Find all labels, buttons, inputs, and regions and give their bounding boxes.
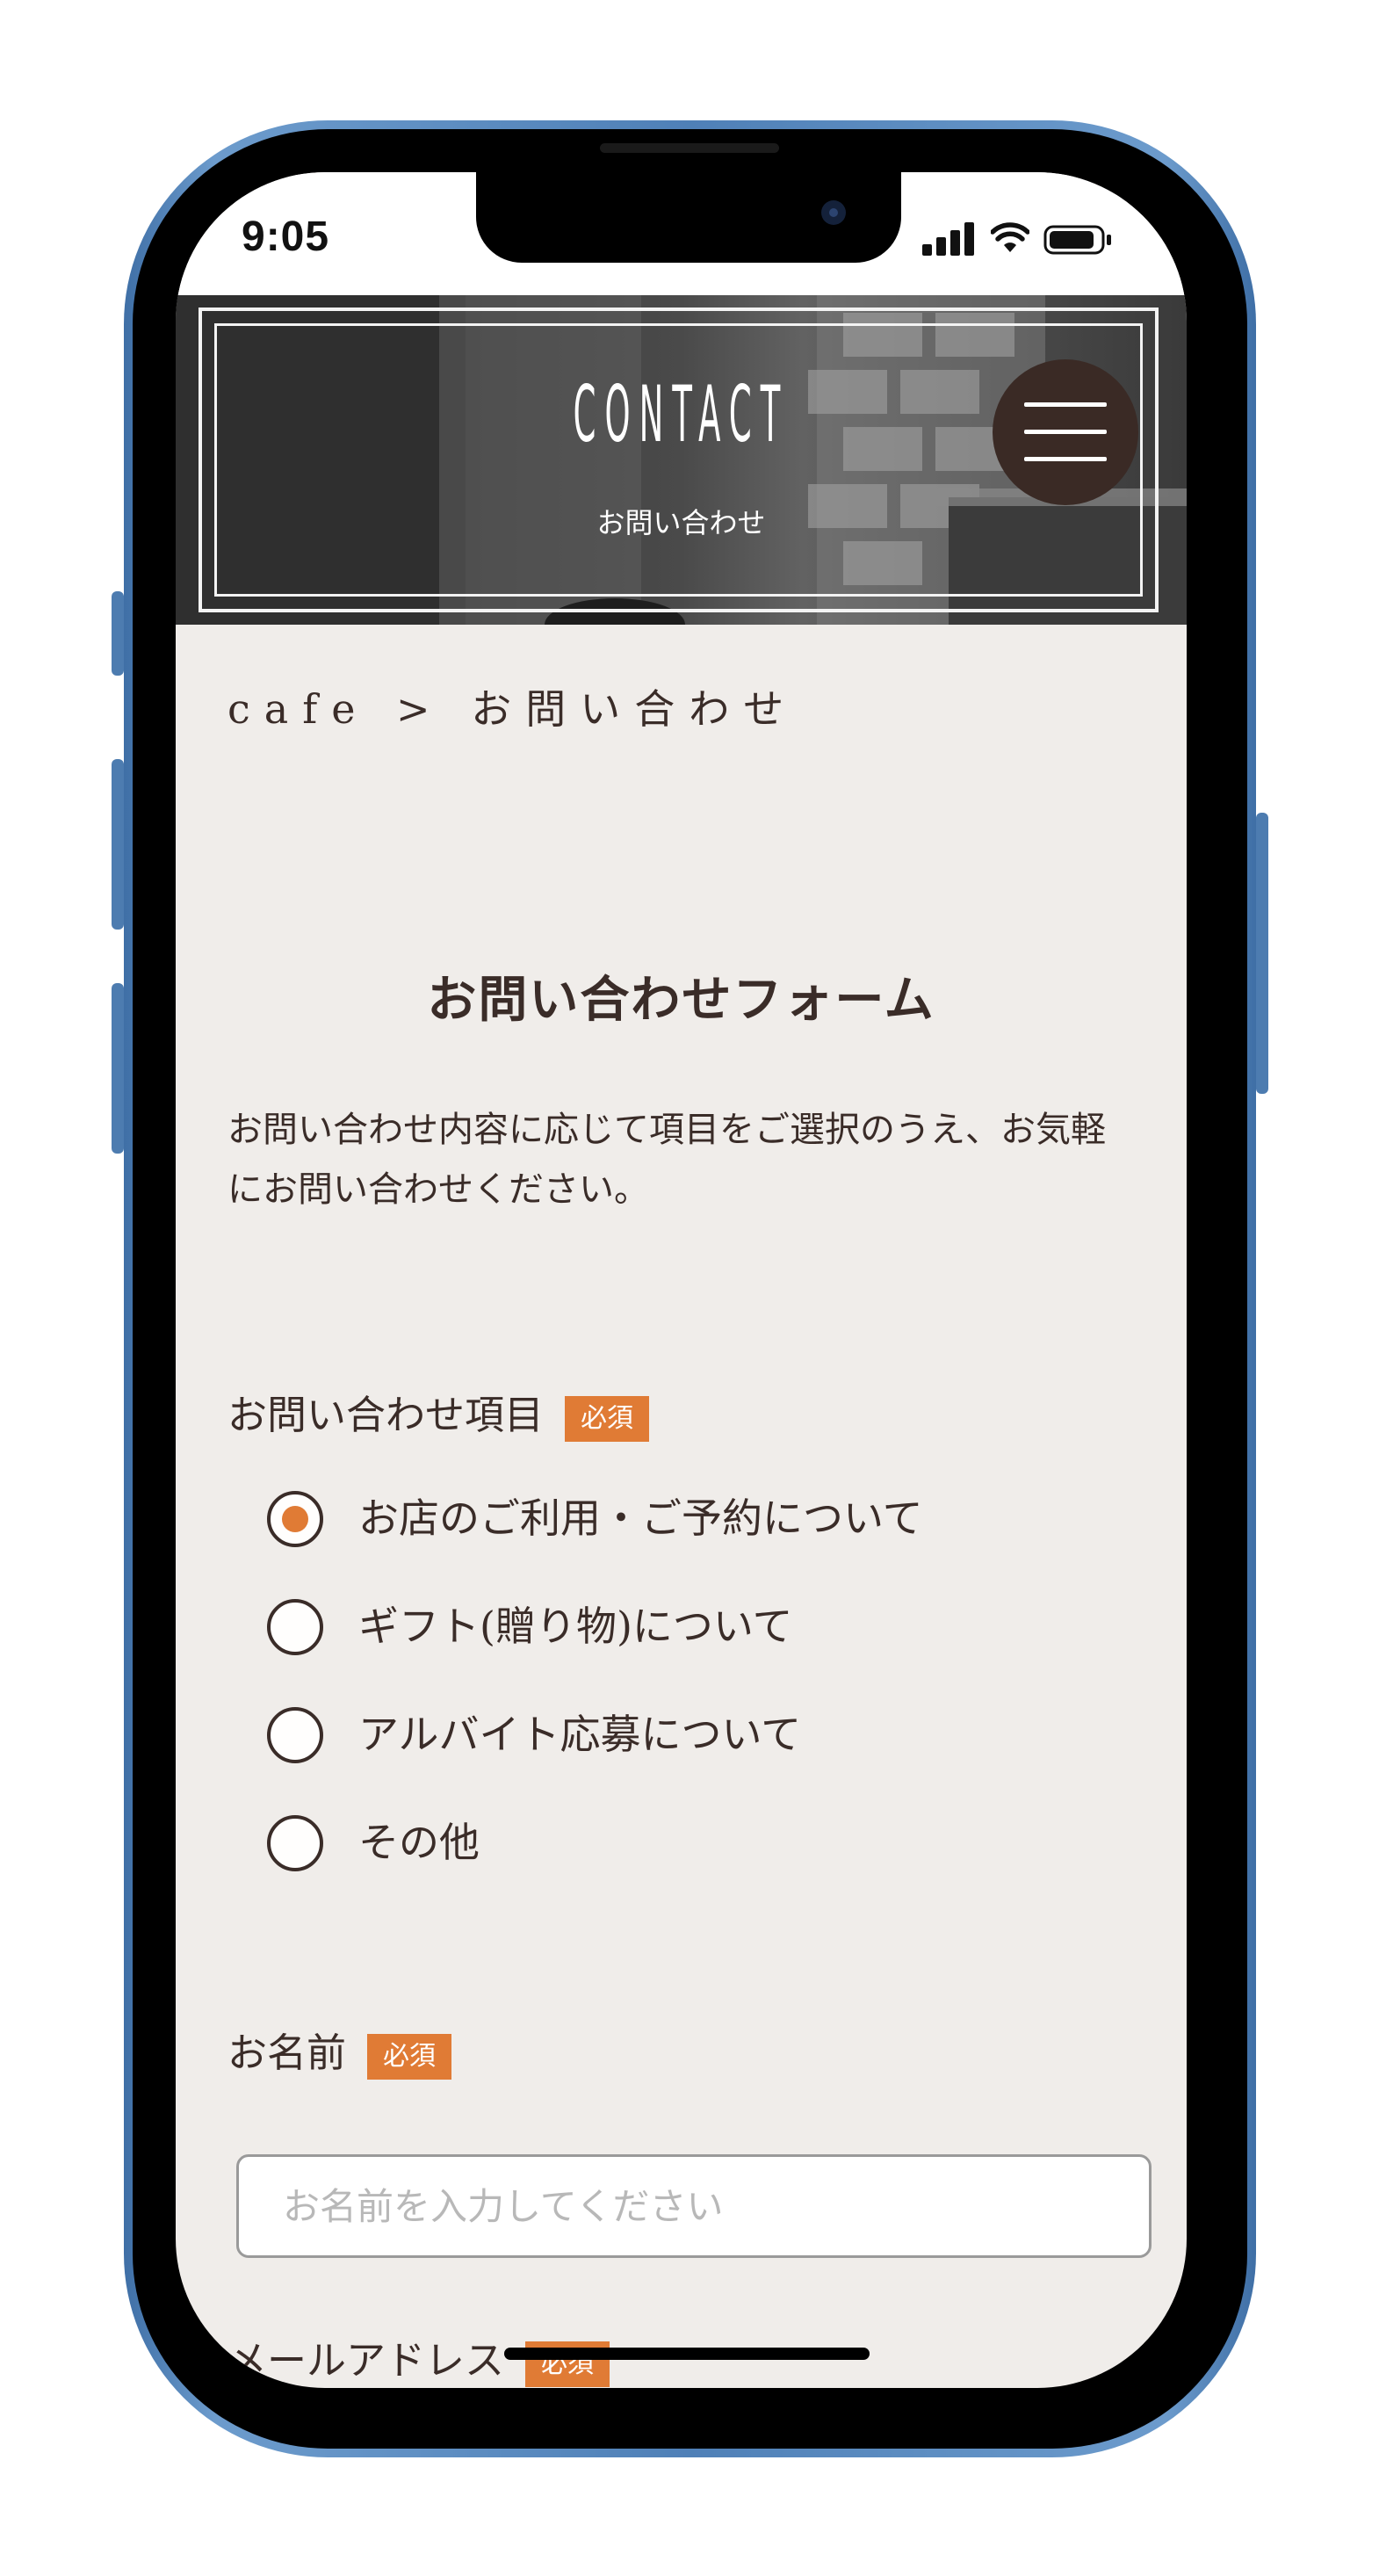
wifi-icon — [991, 222, 1029, 252]
radio-button[interactable] — [267, 1815, 323, 1871]
radio-button-selected[interactable] — [267, 1491, 323, 1547]
inquiry-type-label-text: お問い合わせ項目 — [227, 1392, 545, 1438]
radio-button[interactable] — [267, 1707, 323, 1763]
notch — [476, 172, 901, 263]
status-bar: 9:05 — [176, 172, 1187, 295]
volume-up-button — [112, 759, 124, 930]
inquiry-type-label: お問い合わせ項目 必須 — [227, 1392, 650, 1442]
radio-label[interactable]: アルバイト応募について — [358, 1711, 801, 1759]
hamburger-menu-icon-bar — [1024, 457, 1107, 461]
volume-down-button — [112, 983, 124, 1154]
mute-switch — [112, 591, 124, 676]
email-label-text: メールアドレス — [227, 2337, 505, 2384]
radio-label[interactable]: ギフト(贈り物)について — [358, 1603, 793, 1651]
phone-screen: 9:05 CONTACT お問い合わせ cafe > お問い合わせ お問い合わせ… — [176, 172, 1187, 2388]
radio-label[interactable]: その他 — [358, 1819, 480, 1867]
earpiece-speaker — [600, 143, 779, 153]
hamburger-menu-icon-bar — [1024, 430, 1107, 434]
hero-banner: CONTACT お問い合わせ — [176, 295, 1187, 625]
phone-frame: 9:05 CONTACT お問い合わせ cafe > お問い合わせ お問い合わせ… — [124, 120, 1256, 2457]
cellular-signal-icon — [922, 221, 977, 256]
power-button — [1256, 813, 1268, 1094]
battery-icon — [1043, 225, 1111, 255]
name-input[interactable] — [236, 2154, 1152, 2258]
name-label: お名前 必須 — [227, 2030, 452, 2080]
radio-button[interactable] — [267, 1599, 323, 1655]
hero-subtitle: お問い合わせ — [596, 506, 766, 539]
front-camera — [821, 200, 846, 225]
name-label-text: お名前 — [227, 2030, 347, 2076]
form-intro-text: お問い合わせ内容に応じて項目をご選択のうえ、お気軽にお問い合わせください。 — [227, 1110, 1106, 1210]
hamburger-menu-button[interactable] — [993, 359, 1138, 505]
required-badge: 必須 — [367, 2033, 452, 2080]
form-title: お問い合わせフォーム — [427, 971, 935, 1029]
hamburger-menu-icon — [1024, 402, 1107, 407]
home-indicator[interactable] — [504, 2348, 870, 2360]
radio-label[interactable]: お店のご利用・ご予約について — [358, 1494, 923, 1543]
hero-title: CONTACT — [573, 369, 790, 459]
radio-selected-dot — [282, 1506, 308, 1532]
breadcrumb[interactable]: cafe > お問い合わせ — [227, 677, 798, 735]
status-time: 9:05 — [242, 213, 330, 260]
required-badge: 必須 — [565, 1395, 650, 1442]
